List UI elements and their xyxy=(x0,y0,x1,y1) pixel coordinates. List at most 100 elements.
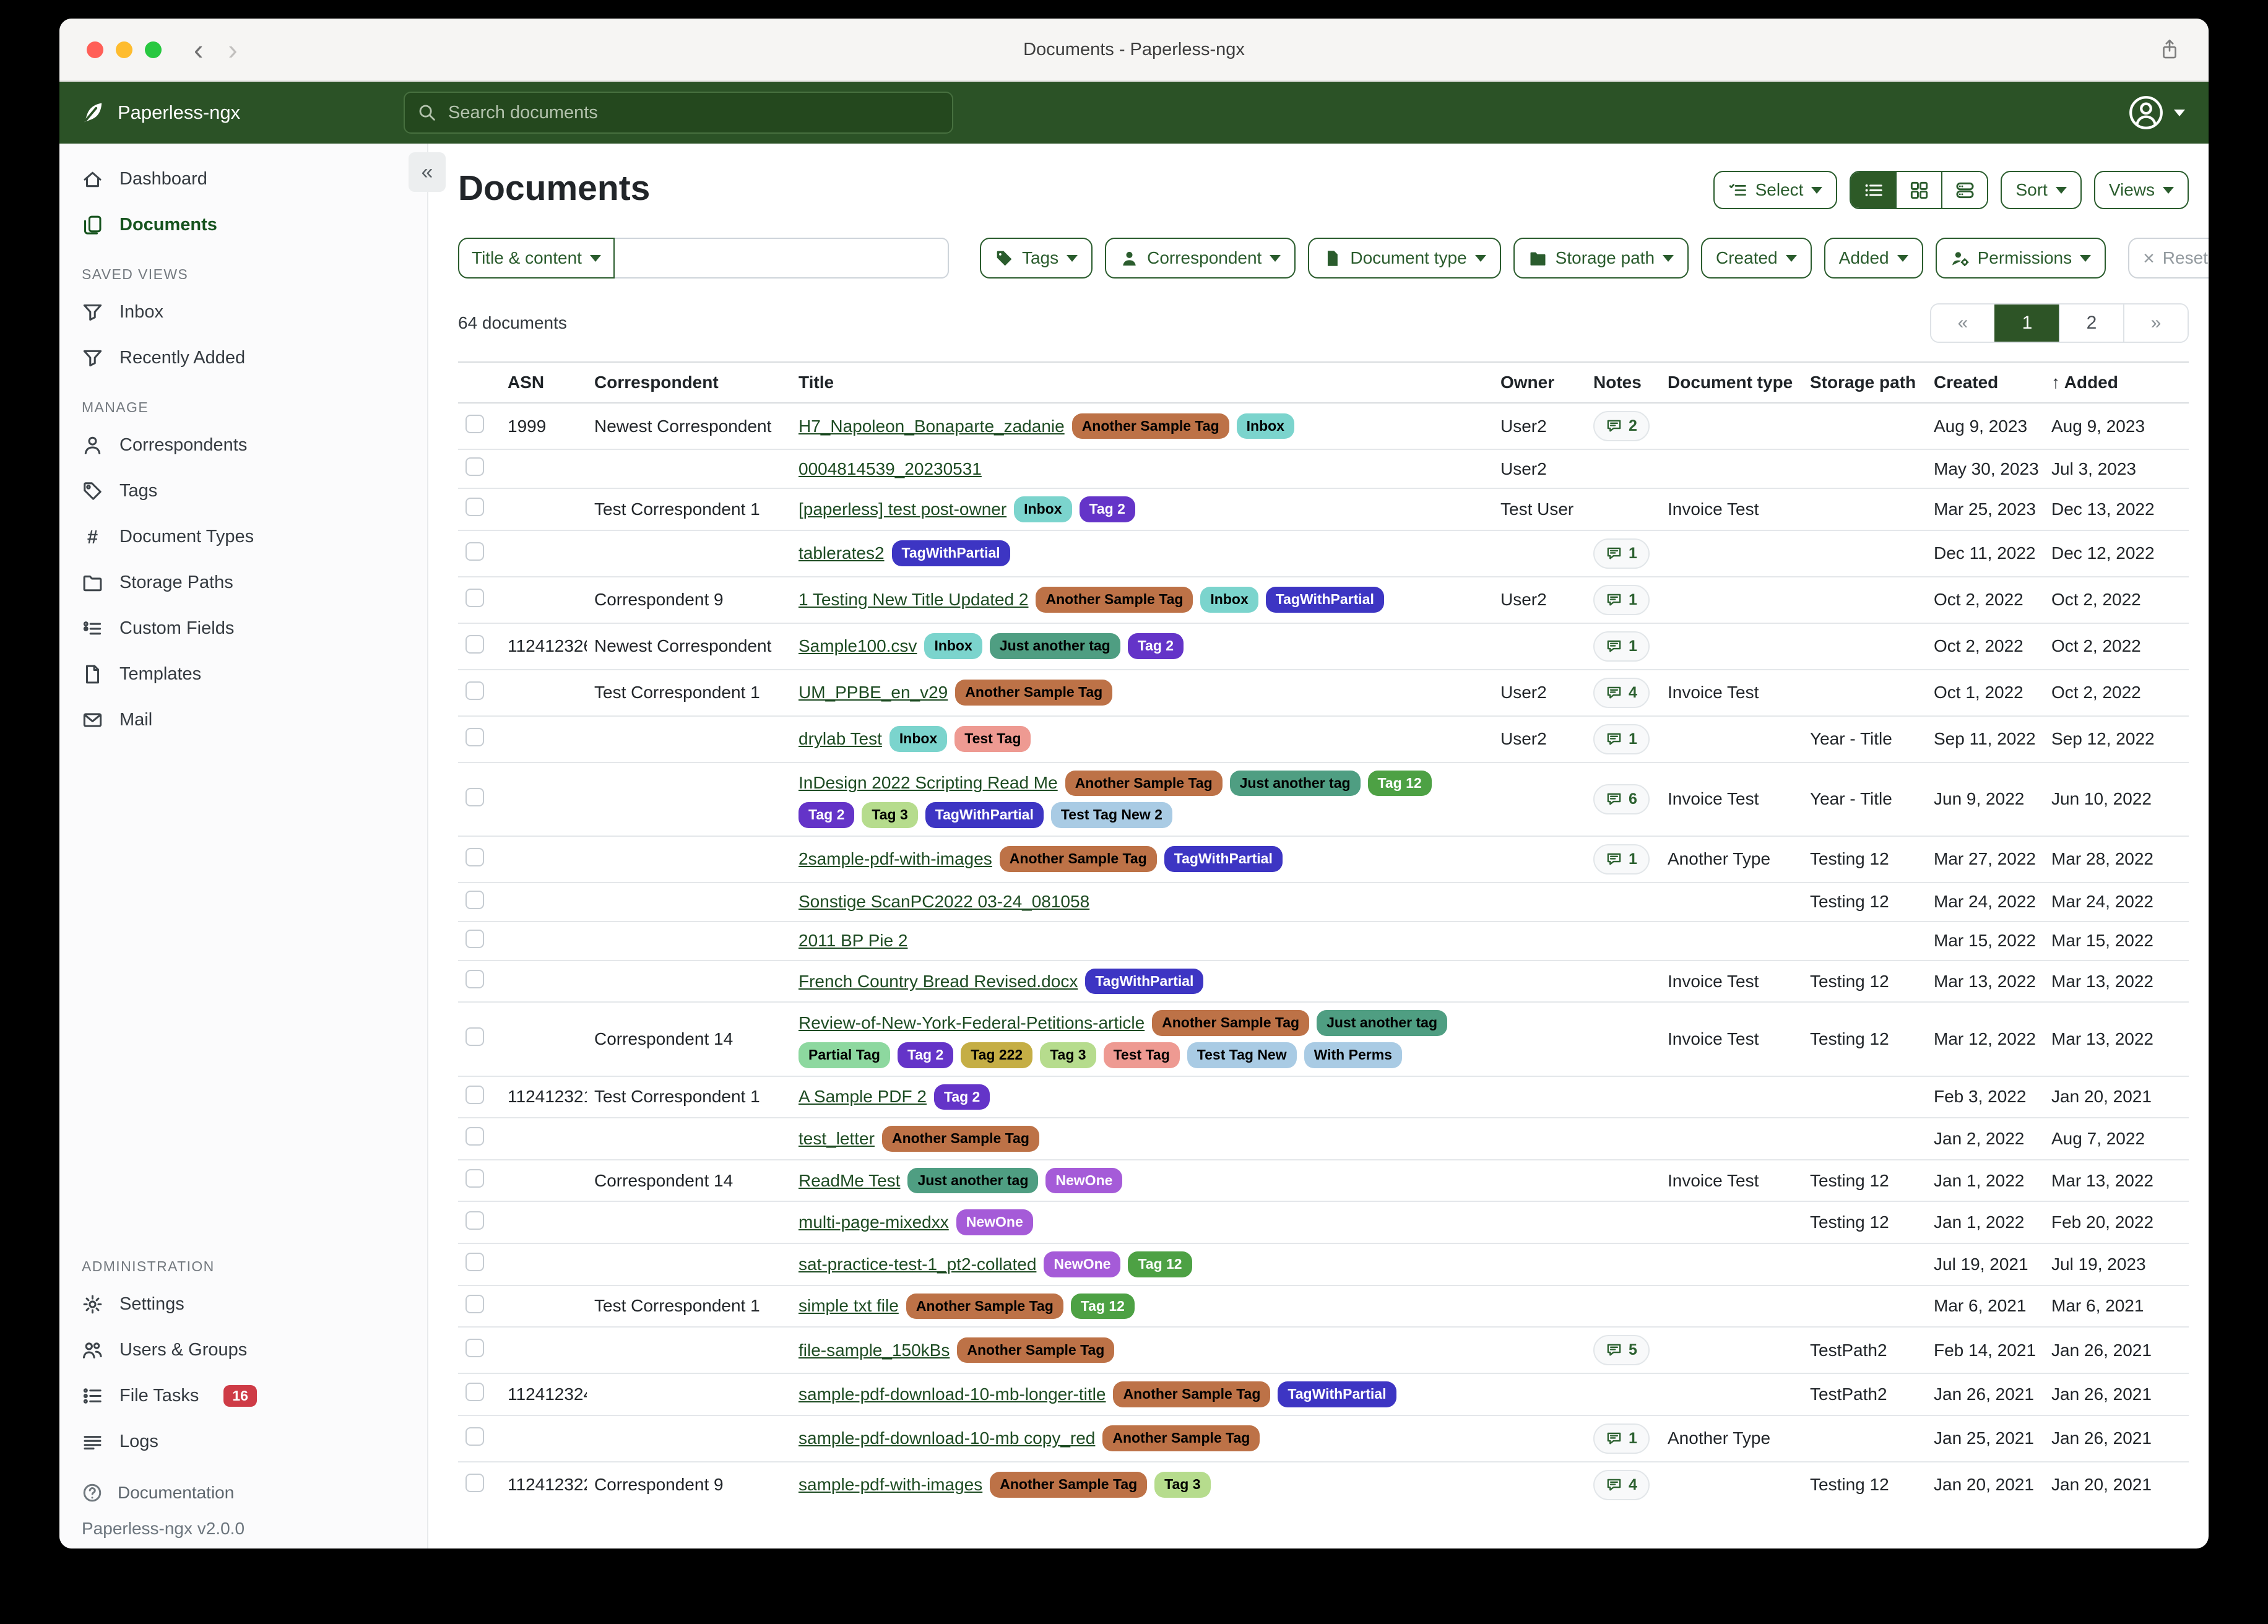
notes-badge[interactable]: 1 xyxy=(1593,844,1650,875)
row-checkbox[interactable] xyxy=(465,589,484,607)
document-tag[interactable]: Another Sample Tag xyxy=(882,1126,1039,1152)
document-tag[interactable]: Partial Tag xyxy=(799,1042,890,1068)
storage-path-filter-button[interactable]: Storage path xyxy=(1513,238,1689,279)
document-tag[interactable]: NewOne xyxy=(1045,1168,1122,1194)
document-tag[interactable]: Tag 12 xyxy=(1071,1294,1135,1320)
zoom-window-button[interactable] xyxy=(145,41,162,58)
views-button[interactable]: Views xyxy=(2094,171,2189,209)
view-grid-button[interactable] xyxy=(1895,172,1941,208)
document-tag[interactable]: Another Sample Tag xyxy=(1065,771,1223,797)
document-tag[interactable]: Another Sample Tag xyxy=(1072,413,1229,439)
document-tag[interactable]: Test Tag New xyxy=(1187,1042,1297,1068)
document-tag[interactable]: Just another tag xyxy=(1317,1010,1447,1036)
back-chevron-icon[interactable]: ‹ xyxy=(194,35,203,64)
row-checkbox[interactable] xyxy=(465,498,484,516)
sidebar-item-custom-fields[interactable]: Custom Fields xyxy=(59,605,427,651)
sidebar-item-settings[interactable]: Settings xyxy=(59,1281,427,1327)
row-checkbox[interactable] xyxy=(465,1474,484,1492)
sidebar-item-templates[interactable]: Templates xyxy=(59,651,427,697)
header-correspondent[interactable]: Correspondent xyxy=(587,362,791,403)
documentation-link[interactable]: Documentation xyxy=(59,1473,427,1513)
row-checkbox[interactable] xyxy=(465,1253,484,1271)
header-added[interactable]: ↑ Added xyxy=(2044,362,2189,403)
document-tag[interactable]: Another Sample Tag xyxy=(957,1337,1114,1363)
notes-badge[interactable]: 4 xyxy=(1593,1470,1650,1500)
pagination-prev[interactable]: « xyxy=(1931,304,1994,342)
document-tag[interactable]: Inbox xyxy=(1200,587,1258,613)
share-icon[interactable] xyxy=(2158,38,2181,61)
document-tag[interactable]: Tag 3 xyxy=(1154,1472,1210,1498)
close-window-button[interactable] xyxy=(87,41,103,58)
notes-badge[interactable]: 6 xyxy=(1593,784,1650,814)
row-checkbox[interactable] xyxy=(465,1127,484,1146)
row-checkbox[interactable] xyxy=(465,1427,484,1446)
header-created[interactable]: Created xyxy=(1926,362,2044,403)
sidebar-item-inbox[interactable]: Inbox xyxy=(59,289,427,335)
document-tag[interactable]: Tag 12 xyxy=(1128,1251,1192,1277)
document-tag[interactable]: Tag 2 xyxy=(1080,496,1135,522)
notes-badge[interactable]: 1 xyxy=(1593,631,1650,662)
search-input[interactable] xyxy=(447,102,940,124)
document-link[interactable]: ReadMe Test xyxy=(799,1171,900,1191)
document-tag[interactable]: Another Sample Tag xyxy=(955,680,1112,706)
row-checkbox[interactable] xyxy=(465,788,484,806)
row-checkbox[interactable] xyxy=(465,1169,484,1188)
document-link[interactable]: 2011 BP Pie 2 xyxy=(799,931,907,951)
sidebar-item-recently-added[interactable]: Recently Added xyxy=(59,335,427,381)
added-filter-button[interactable]: Added xyxy=(1824,238,1923,279)
notes-badge[interactable]: 4 xyxy=(1593,678,1650,708)
row-checkbox[interactable] xyxy=(465,1086,484,1104)
document-tag[interactable]: TagWithPartial xyxy=(892,540,1010,566)
document-link[interactable]: sample-pdf-with-images xyxy=(799,1475,982,1495)
sidebar-item-logs[interactable]: Logs xyxy=(59,1419,427,1464)
document-tag[interactable]: Test Tag xyxy=(1104,1042,1180,1068)
document-link[interactable]: 0004814539_20230531 xyxy=(799,459,982,479)
row-checkbox[interactable] xyxy=(465,930,484,948)
document-tag[interactable]: Tag 3 xyxy=(1040,1042,1096,1068)
tags-filter-button[interactable]: Tags xyxy=(980,238,1093,279)
document-tag[interactable]: Test Tag xyxy=(954,726,1031,752)
document-link[interactable]: simple txt file xyxy=(799,1296,899,1316)
user-menu[interactable] xyxy=(2127,93,2185,132)
created-filter-button[interactable]: Created xyxy=(1701,238,1812,279)
document-tag[interactable]: Tag 2 xyxy=(799,802,854,828)
row-checkbox[interactable] xyxy=(465,635,484,654)
document-link[interactable]: UM_PPBE_en_v29 xyxy=(799,683,948,702)
document-link[interactable]: file-sample_150kBs xyxy=(799,1341,950,1360)
document-tag[interactable]: TagWithPartial xyxy=(1266,587,1384,613)
document-tag[interactable]: Tag 12 xyxy=(1368,771,1432,797)
document-tag[interactable]: Another Sample Tag xyxy=(906,1294,1063,1320)
row-checkbox[interactable] xyxy=(465,1027,484,1046)
notes-badge[interactable]: 5 xyxy=(1593,1335,1650,1365)
correspondent-filter-button[interactable]: Correspondent xyxy=(1105,238,1296,279)
header-storage-path[interactable]: Storage path xyxy=(1803,362,1926,403)
document-link[interactable]: tablerates2 xyxy=(799,543,885,563)
view-detail-button[interactable] xyxy=(1941,172,1987,208)
title-content-dropdown[interactable]: Title & content xyxy=(458,238,615,279)
sidebar-item-documents[interactable]: Documents xyxy=(59,202,427,248)
document-tag[interactable]: Just another tag xyxy=(990,633,1120,659)
document-tag[interactable]: NewOne xyxy=(1044,1251,1120,1277)
notes-badge[interactable]: 1 xyxy=(1593,1423,1650,1454)
filter-text-input[interactable] xyxy=(615,238,949,279)
notes-badge[interactable]: 1 xyxy=(1593,585,1650,615)
document-tag[interactable]: Another Sample Tag xyxy=(1152,1010,1309,1036)
row-checkbox[interactable] xyxy=(465,848,484,866)
forward-chevron-icon[interactable]: › xyxy=(228,35,237,64)
sidebar-item-correspondents[interactable]: Correspondents xyxy=(59,422,427,468)
pagination-next[interactable]: » xyxy=(2123,304,2188,342)
view-list-button[interactable] xyxy=(1851,172,1895,208)
notes-badge[interactable]: 1 xyxy=(1593,538,1650,569)
document-tag[interactable]: TagWithPartial xyxy=(1164,846,1283,872)
document-link[interactable]: French Country Bread Revised.docx xyxy=(799,972,1078,991)
sidebar-item-tags[interactable]: Tags xyxy=(59,468,427,514)
row-checkbox[interactable] xyxy=(465,415,484,433)
document-tag[interactable]: Another Sample Tag xyxy=(1000,846,1157,872)
notes-badge[interactable]: 2 xyxy=(1593,411,1650,441)
header-title[interactable]: Title xyxy=(791,362,1493,403)
document-tag[interactable]: Tag 222 xyxy=(961,1042,1032,1068)
document-link[interactable]: Sonstige ScanPC2022 03-24_081058 xyxy=(799,892,1089,912)
document-tag[interactable]: Another Sample Tag xyxy=(1102,1425,1260,1451)
permissions-filter-button[interactable]: Permissions xyxy=(1936,238,2106,279)
row-checkbox[interactable] xyxy=(465,1383,484,1401)
